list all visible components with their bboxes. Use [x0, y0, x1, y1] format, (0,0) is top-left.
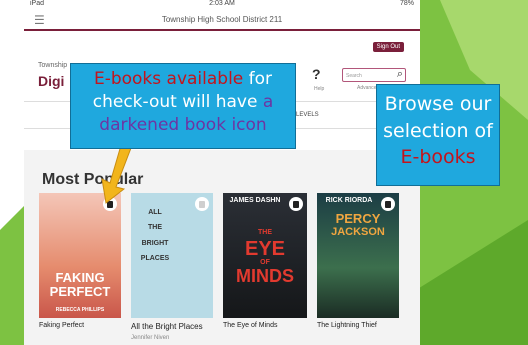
cover-line: OF — [260, 259, 270, 266]
callout-checkout-info: E-books available for check-out will hav… — [70, 63, 296, 149]
ipad-screen: iPad 2:03 AM 78% ☰ Township High School … — [24, 0, 420, 345]
device-time: 2:03 AM — [209, 0, 235, 7]
book-cover-faking-perfect[interactable]: FAKING PERFECT REBECCA PHILLIPS — [39, 193, 121, 318]
cover-title: FAKING PERFECT — [43, 271, 117, 298]
book-author: Jennifer Niven — [131, 335, 170, 341]
brand-subtitle: Township — [38, 62, 68, 69]
cover-line: ALL — [148, 209, 162, 216]
cover-line: THE — [148, 224, 162, 232]
hamburger-menu-icon[interactable]: ☰ — [34, 13, 45, 27]
cover-line: MINDS — [236, 266, 294, 286]
browser-top-bar: ☰ Township High School District 211 — [24, 9, 420, 31]
cover-author: REBECCA PHILLIPS — [55, 307, 105, 313]
search-icon[interactable]: ⌕ — [397, 68, 403, 81]
callout-line: Browse our — [384, 93, 492, 115]
cover-line: EYE — [244, 238, 286, 260]
device-name: iPad — [30, 0, 45, 7]
book-title[interactable]: Faking Perfect — [39, 322, 84, 329]
ebook-available-icon — [289, 197, 303, 211]
book-title[interactable]: All the Bright Places — [131, 322, 203, 331]
book-cover-the-eye-of-minds[interactable]: JAMES DASHN THE EYE OF MINDS — [223, 193, 307, 318]
battery-level: 78% — [399, 0, 414, 7]
callout-line-red: E-books — [400, 146, 476, 169]
ebook-available-icon — [381, 197, 395, 211]
callout-line: selection of — [383, 119, 493, 142]
brand-title[interactable]: Digi — [38, 73, 64, 89]
callout-text-red: E-books available — [93, 69, 244, 89]
cover-author: JAMES DASHN — [229, 197, 281, 204]
book-title[interactable]: The Eye of Minds — [223, 322, 277, 329]
cover-line: PERFECT — [49, 283, 111, 299]
device-status-bar: iPad 2:03 AM 78% — [24, 0, 420, 9]
cover-line: JACKSON — [331, 226, 385, 238]
cover-line: PERCY — [335, 211, 381, 226]
cover-line: THE — [258, 229, 272, 236]
callout-browse-info: Browse our selection of E-books — [376, 84, 500, 186]
cover-author: RICK RIORDA — [325, 197, 373, 204]
book-cover-all-the-bright-places[interactable]: ALL THE BRIGHT PLACES — [131, 193, 213, 318]
cover-title: ALL THE BRIGHT PLACES — [135, 205, 175, 267]
sign-out-button[interactable]: Sign Out — [372, 42, 404, 52]
help-icon[interactable]: ? — [312, 66, 321, 82]
book-title[interactable]: The Lightning Thief — [317, 322, 377, 329]
search-placeholder: Search — [346, 73, 362, 79]
book-cover-the-lightning-thief[interactable]: RICK RIORDA PERCY JACKSON — [317, 193, 399, 318]
cover-line: FAKING — [55, 270, 105, 285]
nav-levels[interactable]: LEVELS — [296, 112, 319, 118]
cover-line: BRIGHT — [141, 239, 169, 247]
cover-line: PLACES — [140, 255, 170, 263]
ebook-unavailable-icon — [195, 197, 209, 211]
help-label: Help — [314, 86, 325, 92]
page-title: Township High School District 211 — [161, 14, 283, 24]
search-input[interactable]: Search ⌕ — [342, 68, 406, 82]
